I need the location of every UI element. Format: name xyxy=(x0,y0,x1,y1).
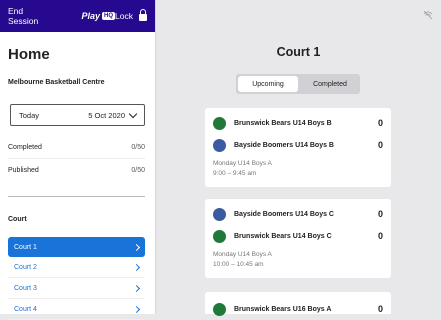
chevron-right-icon xyxy=(132,305,141,313)
stat-value: 0/50 xyxy=(131,143,145,151)
match-card[interactable]: Bayside Boomers U14 Boys C 0 Brunswick B… xyxy=(205,199,391,278)
main-panel: Court 1 Upcoming Completed Brunswick Bea… xyxy=(156,0,441,316)
match-meta: Monday U14 Boys A 9:00 – 9:45 am xyxy=(205,156,391,179)
end-session-button[interactable]: End Session xyxy=(8,6,54,26)
court-item-3[interactable]: Court 3 xyxy=(8,278,145,299)
stat-completed: Completed 0/50 xyxy=(8,136,145,159)
page-title: Home xyxy=(8,46,50,63)
court-list: Court 1 Court 2 Court 3 Court 4 xyxy=(0,237,155,320)
court-item-label: Court 3 xyxy=(14,284,37,292)
match-time: 9:00 – 9:45 am xyxy=(213,170,257,177)
team-name: Brunswick Bears U14 Boys B xyxy=(234,119,332,127)
date-select[interactable]: Today 5 Oct 2020 xyxy=(10,104,145,126)
boomers-logo xyxy=(213,207,226,221)
top-bar: End Session Play HQ Lock xyxy=(0,0,155,32)
boomers-logo xyxy=(213,138,226,152)
tab-completed[interactable]: Completed xyxy=(300,74,360,94)
team-score: 0 xyxy=(377,209,383,219)
brand-badge: HQ xyxy=(102,12,116,20)
brand-text: Play xyxy=(81,11,101,21)
court-item-label: Court 2 xyxy=(14,263,37,271)
chevron-down-icon xyxy=(128,109,138,118)
brand-logo: Play HQ xyxy=(82,11,116,21)
match-division: Monday U14 Boys A xyxy=(213,251,272,258)
team-row: Brunswick Bears U16 Boys A 0 xyxy=(205,298,391,320)
match-division: Monday U14 Boys A xyxy=(213,160,272,167)
team-row: Bayside Boomers U14 Boys B 0 xyxy=(205,134,391,156)
team-score: 0 xyxy=(377,304,383,314)
court-item-2[interactable]: Court 2 xyxy=(8,257,145,278)
court-heading: Court xyxy=(8,216,27,223)
stat-published: Published 0/50 xyxy=(8,159,145,181)
team-name: Bayside Boomers U14 Boys C xyxy=(234,210,334,218)
court-item-4[interactable]: Court 4 xyxy=(8,299,145,320)
lock-label: Lock xyxy=(115,11,133,21)
court-title: Court 1 xyxy=(276,45,321,59)
court-item-label: Court 4 xyxy=(14,305,37,313)
stat-label: Published xyxy=(8,166,39,174)
match-tabs: Upcoming Completed xyxy=(236,74,360,94)
chevron-right-icon xyxy=(132,243,141,251)
team-score: 0 xyxy=(377,140,383,150)
tab-upcoming[interactable]: Upcoming xyxy=(238,76,298,92)
team-name: Bayside Boomers U14 Boys B xyxy=(234,141,334,149)
chevron-right-icon xyxy=(132,284,141,292)
team-name: Brunswick Bears U16 Boys A xyxy=(234,305,332,313)
team-score: 0 xyxy=(377,118,383,128)
lock-icon xyxy=(139,9,147,21)
chevron-right-icon xyxy=(132,263,141,271)
team-name: Brunswick Bears U14 Boys C xyxy=(234,232,332,240)
venue-name: Melbourne Basketball Centre xyxy=(8,79,105,86)
match-card[interactable]: Brunswick Bears U16 Boys A 0 xyxy=(205,292,391,316)
lock-button[interactable]: Lock xyxy=(115,9,147,21)
match-card[interactable]: Brunswick Bears U14 Boys B 0 Bayside Boo… xyxy=(205,108,391,187)
match-time: 10:00 – 10:45 am xyxy=(213,261,264,268)
bears-logo xyxy=(213,229,226,243)
stat-value: 0/50 xyxy=(131,166,145,174)
date-select-date: 5 Oct 2020 xyxy=(88,110,125,120)
court-item-label: Court 1 xyxy=(14,243,37,251)
match-meta: Monday U14 Boys A 10:00 – 10:45 am xyxy=(205,247,391,270)
team-row: Bayside Boomers U14 Boys C 0 xyxy=(205,203,391,225)
team-row: Brunswick Bears U14 Boys C 0 xyxy=(205,225,391,247)
sidebar: End Session Play HQ Lock Home Melbourne … xyxy=(0,0,156,320)
court-item-1[interactable]: Court 1 xyxy=(8,237,145,257)
team-score: 0 xyxy=(377,231,383,241)
divider xyxy=(8,196,145,197)
date-select-day: Today xyxy=(19,110,40,120)
stat-label: Completed xyxy=(8,143,42,151)
bears-logo xyxy=(213,116,226,130)
wifi-off-icon[interactable] xyxy=(423,10,433,20)
team-row: Brunswick Bears U14 Boys B 0 xyxy=(205,112,391,134)
